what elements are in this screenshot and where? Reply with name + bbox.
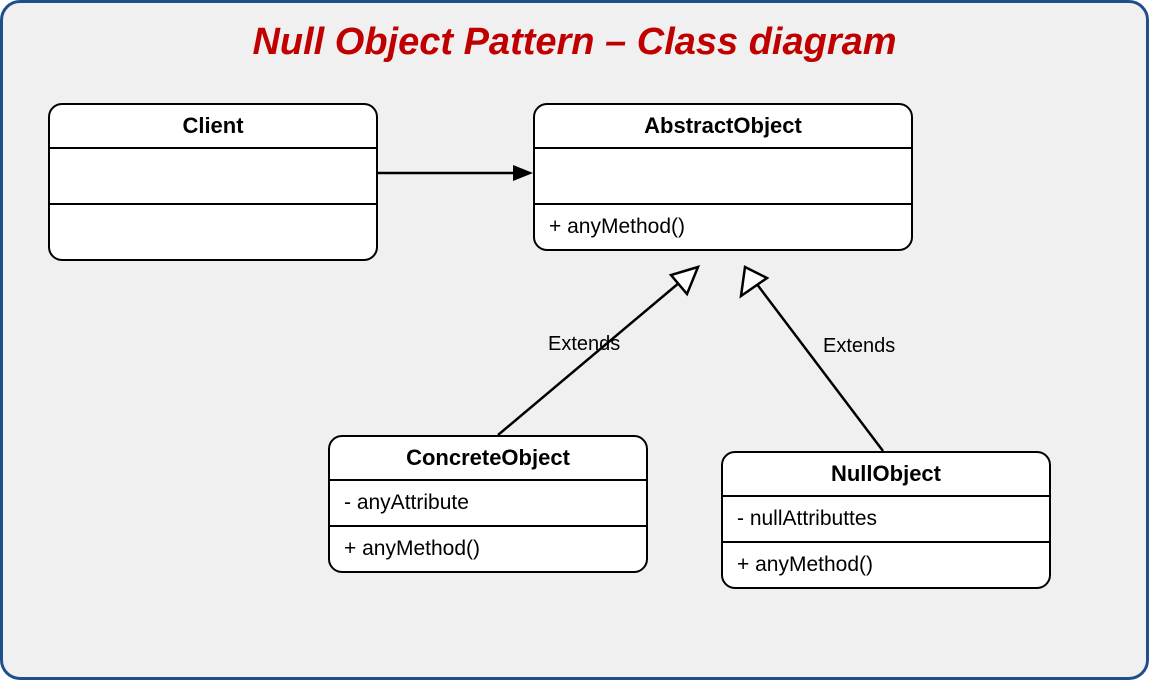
label-extends-null: Extends (823, 335, 895, 358)
class-nullobj-name: NullObject (723, 453, 1049, 497)
class-concrete-methods: + anyMethod() (330, 527, 646, 571)
class-nullobj: NullObject - nullAttributtes + anyMethod… (721, 451, 1051, 589)
class-client-attrs (50, 149, 376, 205)
class-nullobj-attrs: - nullAttributtes (723, 497, 1049, 543)
diagram-frame: Null Object Pattern – Class diagram Clie… (0, 0, 1149, 680)
class-concrete-name: ConcreteObject (330, 437, 646, 481)
class-abstract: AbstractObject + anyMethod() (533, 103, 913, 251)
diagram-title: Null Object Pattern – Class diagram (3, 21, 1146, 64)
class-client: Client (48, 103, 378, 261)
class-abstract-methods: + anyMethod() (535, 205, 911, 249)
class-abstract-attrs (535, 149, 911, 205)
class-abstract-name: AbstractObject (535, 105, 911, 149)
class-nullobj-methods: + anyMethod() (723, 543, 1049, 587)
class-concrete-attrs: - anyAttribute (330, 481, 646, 527)
class-concrete: ConcreteObject - anyAttribute + anyMetho… (328, 435, 648, 573)
class-client-name: Client (50, 105, 376, 149)
label-extends-concrete: Extends (548, 333, 620, 356)
class-client-methods (50, 205, 376, 259)
